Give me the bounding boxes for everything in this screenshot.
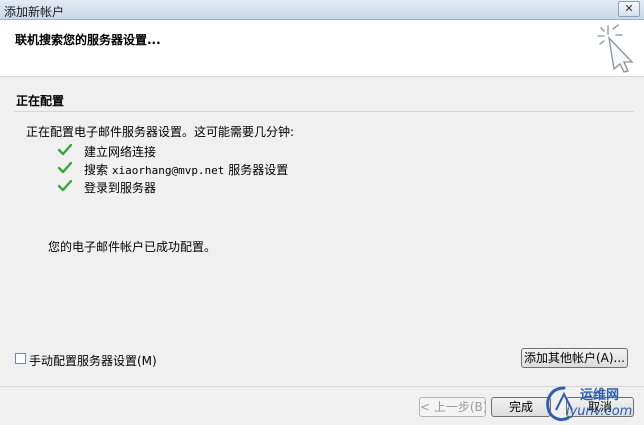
add-other-account-button[interactable]: 添加其他帐户(A)... bbox=[521, 348, 628, 368]
close-button[interactable]: ✕ bbox=[618, 1, 640, 17]
watermark: 运维网 iyunv.com bbox=[540, 382, 644, 425]
section-title: 正在配置 bbox=[16, 94, 65, 108]
checkmark-icon bbox=[58, 144, 72, 156]
wizard-header: 联机搜索您的服务器设置... bbox=[0, 20, 644, 77]
step-label: 建立网络连接 bbox=[84, 145, 157, 159]
step-label-suffix: 服务器设置 bbox=[228, 163, 289, 177]
checkmark-icon bbox=[58, 162, 72, 174]
step-label: 搜索 xiaorhang@mvp.net 服务器设置 bbox=[84, 161, 288, 178]
close-icon: ✕ bbox=[624, 2, 634, 15]
title-bar: 添加新帐户 ✕ bbox=[0, 0, 644, 20]
header-title: 联机搜索您的服务器设置... bbox=[15, 33, 161, 47]
checkbox-box[interactable] bbox=[15, 353, 26, 364]
success-message: 您的电子邮件帐户已成功配置。 bbox=[48, 240, 217, 254]
section-divider bbox=[14, 111, 634, 112]
manual-config-label: 手动配置服务器设置(M) bbox=[29, 354, 157, 368]
sparkle-icon bbox=[597, 24, 634, 73]
window-title: 添加新帐户 bbox=[4, 5, 65, 19]
watermark-top: 运维网 bbox=[580, 388, 620, 403]
watermark-bottom: iyunv.com bbox=[566, 404, 633, 419]
step-email: xiaorhang@mvp.net bbox=[111, 164, 225, 177]
back-button[interactable]: < 上一步(B) bbox=[419, 397, 486, 417]
status-text: 正在配置电子邮件服务器设置。这可能需要几分钟: bbox=[26, 125, 295, 139]
step-label: 登录到服务器 bbox=[84, 181, 157, 195]
step-label-prefix: 搜索 bbox=[84, 163, 109, 177]
checkmark-icon bbox=[58, 180, 72, 192]
